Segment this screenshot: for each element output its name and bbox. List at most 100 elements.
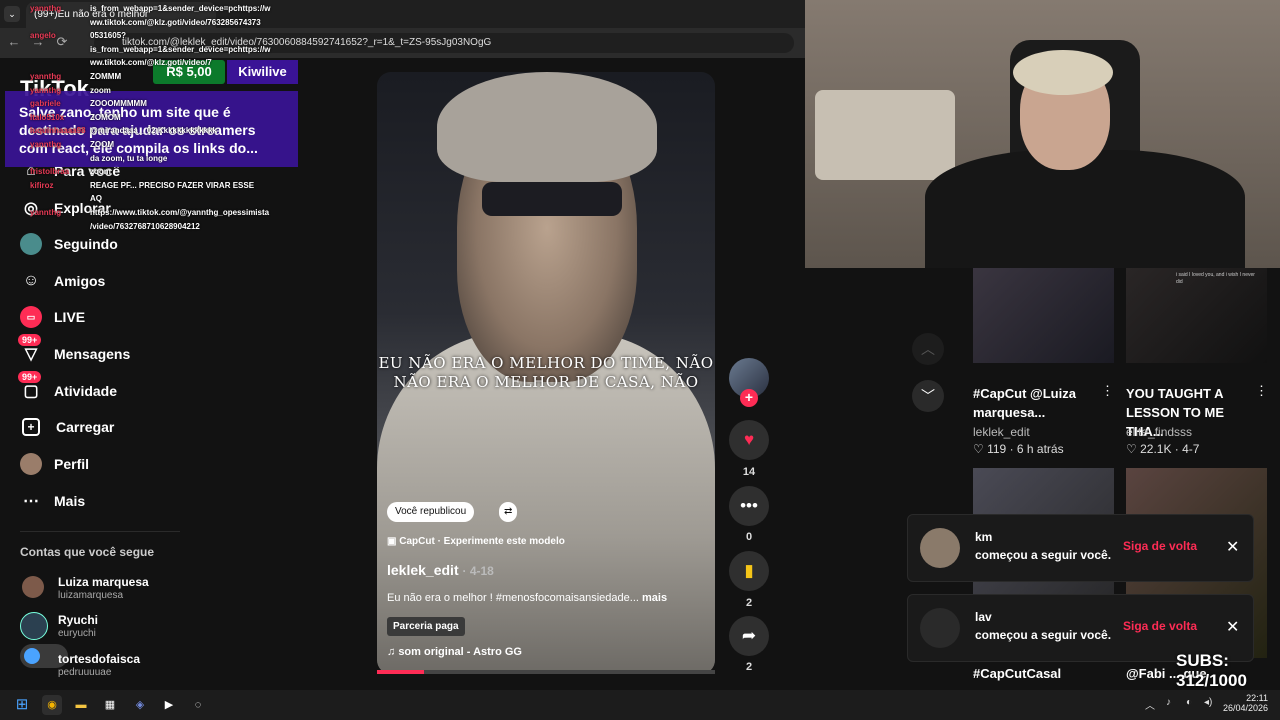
nav-item-amigos[interactable]: ☺ Amigos [20, 268, 106, 294]
cam-shirt [925, 150, 1245, 268]
chat-text: ZOOM [90, 140, 114, 149]
discord-icon[interactable]: ◈ [130, 695, 150, 715]
video-glasses [482, 182, 622, 216]
following-name[interactable]: Ryuchi [58, 613, 98, 627]
capcut-link[interactable]: ▣ CapCut · Experimente este modelo [387, 536, 565, 547]
store-icon[interactable]: ▦ [100, 695, 120, 715]
follow-back-button[interactable]: Siga de volta [1123, 539, 1197, 553]
message-icon: ▽ 99+ [18, 334, 42, 365]
grid-thumbnail[interactable] [973, 268, 1114, 363]
video-description-line: Eu não era o melhor ! #menosfocomaisansi… [387, 592, 707, 604]
chat-text: is_from_webapp=1&sender_device=pchttps:/… [90, 44, 271, 54]
clock-date: 26/04/2026 [1222, 703, 1268, 713]
follow-notification: km começou a seguir você. Siga de volta … [907, 514, 1254, 582]
reposted-label: Você republicou [395, 506, 467, 517]
grid-author[interactable]: elite_findsss [1126, 425, 1192, 439]
close-icon[interactable]: ✕ [1226, 537, 1239, 557]
video-player[interactable]: EU NÃO ERA O MELHOR DO TIME, NÃO NÃO ERA… [377, 72, 715, 674]
following-header: Contas que você segue [20, 545, 155, 559]
avatar[interactable] [22, 576, 44, 598]
video-caption: EU NÃO ERA O MELHOR DO TIME, NÃO NÃO ERA… [377, 354, 715, 392]
nav-item-mensagens[interactable]: ▽ 99+ Mensagens [18, 334, 131, 367]
grid-time: · 6 h atrás [1009, 442, 1064, 456]
chat-message: yannthg https://www.tiktok.com/@yannthg_o… [30, 208, 269, 218]
chat-username: yannthg [30, 4, 62, 13]
heart-icon: ♥ [743, 430, 755, 449]
nav-item-carregar[interactable]: + Carregar [20, 414, 114, 440]
save-button[interactable]: ▮ [729, 551, 769, 591]
repost-icon[interactable]: ⇄ [499, 502, 518, 522]
more-link[interactable]: mais [642, 592, 667, 604]
chat-message: angelo 0531605? [30, 31, 126, 41]
chat-text: AQ [90, 194, 102, 204]
chat-username: fristolbraa [30, 167, 70, 177]
microphone-icon[interactable]: ♪ [1166, 697, 1171, 708]
next-video-button[interactable]: ﹀ [912, 380, 944, 412]
nav-item-mais[interactable]: ⋯ Mais [20, 488, 85, 514]
volume-icon[interactable]: ◂) [1204, 697, 1212, 708]
follow-back-button[interactable]: Siga de volta [1123, 619, 1197, 633]
chat-text: /video/7632768710628904212 [90, 221, 200, 231]
clock[interactable]: 22:11 26/04/2026 [1222, 693, 1268, 713]
windows-start-icon[interactable]: ⊞ [12, 695, 32, 715]
thumbnail-text: i said I loved you, and i wish I never d… [1176, 272, 1255, 285]
reposted-pill[interactable]: Você republicou [387, 502, 475, 522]
media-player-icon[interactable]: ▶ [159, 695, 179, 715]
chat-text: @mirandaaa__02 Kkkkkkkkkkkkk [90, 126, 218, 136]
network-icon[interactable]: ◐ [1186, 697, 1192, 708]
nav-item-live[interactable]: ▭ LIVE [20, 304, 85, 330]
stream-chat: yannthg is_from_webapp=1&sender_device=pc… [0, 4, 300, 244]
nav-label: Mensagens [54, 346, 131, 362]
caption-line-1: EU NÃO ERA O MELHOR DO TIME, NÃO [378, 354, 714, 372]
nav-item-perfil[interactable]: Perfil [20, 451, 89, 477]
video-author[interactable]: leklek_edit [387, 562, 459, 578]
share-button[interactable]: ➦ [729, 616, 769, 656]
kebab-icon[interactable]: ⋮ [1255, 383, 1268, 399]
following-name[interactable]: Luiza marquesa [58, 575, 149, 589]
nav-label: LIVE [54, 309, 86, 325]
kebab-icon[interactable]: ⋮ [1101, 383, 1114, 399]
chat-username: yannthg [30, 72, 62, 81]
video-progress-fill [377, 670, 425, 674]
comment-button[interactable]: ••• [729, 486, 769, 526]
paid-partnership-badge: Parceria paga [387, 617, 465, 636]
prev-video-button[interactable]: ︿ [912, 333, 944, 365]
toggle-knob [24, 648, 40, 664]
avatar[interactable] [920, 608, 960, 648]
grid-title[interactable]: #CapCutCasal [973, 664, 1061, 683]
notification-name: lav [975, 610, 992, 624]
chat-text: is_from_webapp=1&sender_device=pchttps:/… [90, 4, 271, 13]
sound-link[interactable]: ♫ som original - Astro GG [387, 646, 522, 658]
clock-time: 22:11 [1246, 693, 1268, 703]
chat-username: yannthg [30, 208, 62, 217]
grid-thumbnail[interactable]: i said I loved you, and i wish I never d… [1126, 268, 1267, 363]
video-author-line: leklek_edit · 4-18 [387, 562, 494, 578]
like-button[interactable]: ♥ [729, 420, 769, 460]
following-handle: euryuchi [58, 628, 96, 639]
obs-icon[interactable]: ◌ [188, 695, 208, 715]
nav-item-atividade[interactable]: ▢ 99+ Atividade [18, 371, 118, 404]
like-count: 14 [742, 466, 756, 478]
chrome-icon[interactable]: ◉ [42, 695, 62, 715]
nav-label: Atividade [54, 383, 118, 399]
avatar[interactable] [20, 612, 48, 640]
chat-username: luquinhaaaa98 [30, 126, 86, 136]
following-handle: luizamarquesa [58, 590, 124, 601]
chat-message: Italo510x ZOMOM [30, 113, 121, 123]
close-icon[interactable]: ✕ [1226, 617, 1239, 637]
heart-outline-icon: ♡ [973, 442, 988, 456]
tray-chevron-icon[interactable]: ︿ [1145, 697, 1155, 712]
follow-plus-button[interactable]: + [740, 389, 758, 407]
cam-hair [1013, 50, 1113, 95]
avatar[interactable] [920, 528, 960, 568]
webcam-overlay [805, 0, 1280, 268]
video-progress-track[interactable] [377, 670, 715, 674]
chat-text: da zoom, tu ta longe [90, 153, 168, 163]
heart-outline-icon: ♡ [1126, 442, 1141, 456]
grid-author[interactable]: leklek_edit [973, 425, 1030, 439]
file-explorer-icon[interactable]: ▬ [71, 695, 91, 715]
sound-label: som original - Astro GG [398, 646, 522, 658]
following-name[interactable]: tortesdofaisca [58, 652, 140, 666]
chat-text: 0531605? [90, 31, 127, 41]
grid-title[interactable]: #CapCut @Luiza marquesa... [973, 384, 1098, 422]
